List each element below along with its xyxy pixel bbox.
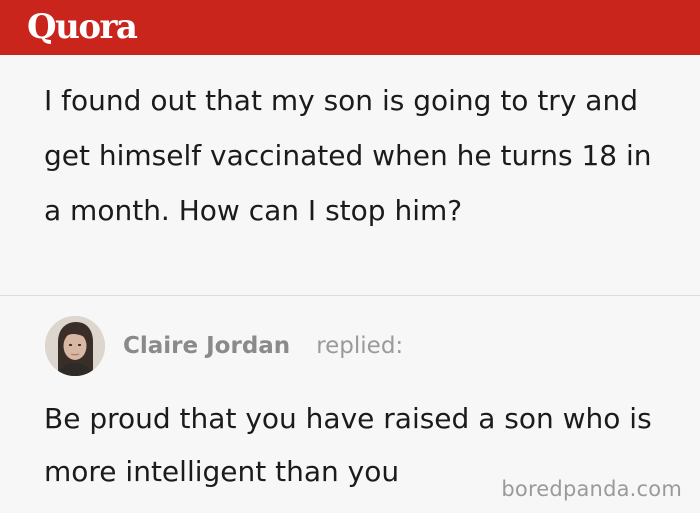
- watermark-text: boredpanda.com: [501, 477, 682, 501]
- user-photo-icon: [45, 316, 105, 376]
- question-text: I found out that my son is going to try …: [44, 84, 652, 227]
- question-card: I found out that my son is going to try …: [0, 55, 700, 295]
- avatar[interactable]: [45, 316, 105, 376]
- reply-label: replied:: [316, 333, 404, 359]
- author-row: Claire Jordan replied:: [45, 314, 403, 378]
- quora-logo[interactable]: Quora: [27, 5, 138, 49]
- author-name[interactable]: Claire Jordan: [123, 333, 290, 359]
- site-header: Quora: [0, 0, 700, 55]
